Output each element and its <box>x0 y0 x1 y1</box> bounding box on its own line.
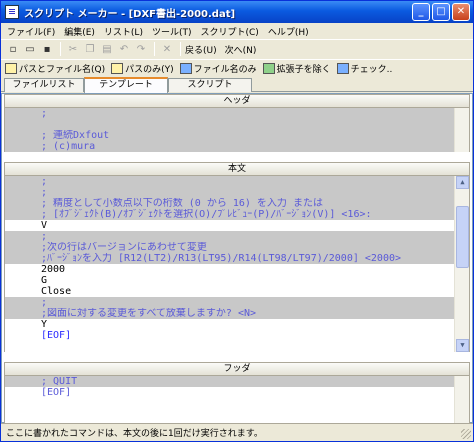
tab-template[interactable]: テンプレート <box>84 77 168 93</box>
footer-scrollbar[interactable] <box>454 376 469 424</box>
check-button[interactable]: チェック.. <box>336 62 393 75</box>
new-file-icon[interactable]: ▫ <box>5 42 21 57</box>
editor-line: [EOF] <box>41 387 72 398</box>
tab-file-list[interactable]: ファイルリスト <box>4 78 84 92</box>
editor-line: Close <box>41 286 72 297</box>
menu-list[interactable]: リスト(L) <box>104 25 143 38</box>
open-folder-icon[interactable]: ▭ <box>22 42 38 57</box>
tab-bar: ファイルリスト テンプレート スクリプト <box>1 77 473 93</box>
remove-extension-button[interactable]: 拡張子を除く <box>262 62 331 75</box>
save-icon[interactable]: ▪ <box>39 42 55 57</box>
status-text: ここに書かれたコマンドは、本文の後に1回だけ実行されます。 <box>6 429 263 439</box>
status-bar: ここに書かれたコマンドは、本文の後に1回だけ実行されます。 <box>1 423 473 441</box>
editor-line: Y <box>41 319 48 330</box>
body-editor[interactable]: ; ; ; 精度として小数点以下の桁数 (0 から 16) を入力 または ; … <box>4 176 470 352</box>
editor-line: ; <box>5 176 469 187</box>
remove-extension-label: 拡張子を除く <box>276 65 331 75</box>
resize-grip-icon[interactable] <box>461 429 471 439</box>
editor-line: ; 精度として小数点以下の桁数 (0 から 16) を入力 または <box>5 198 469 209</box>
path-icon <box>111 63 124 74</box>
maximize-button[interactable]: □ <box>432 3 450 21</box>
menu-edit[interactable]: 編集(E) <box>64 25 95 38</box>
editor-line: ; QUIT <box>5 376 469 387</box>
window-controls: _ □ ✕ <box>412 3 470 21</box>
filename-only-button[interactable]: ファイル名のみ <box>179 62 257 75</box>
insert-toolbar: パスとファイル名(Q) パスのみ(Y) ファイル名のみ 拡張子を除く チェック.… <box>1 59 473 77</box>
filename-icon <box>179 63 192 74</box>
editor-line: ; <box>5 108 469 119</box>
editor-line <box>5 119 469 130</box>
menu-help[interactable]: ヘルプ(H) <box>268 25 309 38</box>
title-bar[interactable]: スクリプト メーカー - [DXF書出-2000.dat] _ □ ✕ <box>1 1 473 23</box>
toolbar-separator <box>60 42 61 56</box>
menu-file[interactable]: ファイル(F) <box>7 25 55 38</box>
body-section-title: 本文 <box>4 162 470 176</box>
main-toolbar: ▫ ▭ ▪ ✂ ❐ ▤ ↶ ↷ ✕ 戻る(U) 次へ(N) <box>1 40 473 58</box>
toolbar-separator <box>154 42 155 56</box>
path-and-filename-label: パスとファイル名(Q) <box>19 65 106 75</box>
editor-line: ;図面に対する変更をすべて放棄しますか? <N> <box>5 308 469 319</box>
path-only-label: パスのみ(Y) <box>125 65 174 75</box>
redo-icon[interactable]: ↷ <box>133 42 149 57</box>
editor-line: ; <box>5 187 469 198</box>
scroll-thumb[interactable] <box>456 206 469 268</box>
editor-line: [EOF] <box>41 330 72 341</box>
delete-icon[interactable]: ✕ <box>159 42 175 57</box>
undo-icon[interactable]: ↶ <box>116 42 132 57</box>
extension-icon <box>262 63 275 74</box>
path-file-icon <box>5 63 17 74</box>
cut-icon[interactable]: ✂ <box>65 42 81 57</box>
editor-line: ;次の行はバージョンにあわせて変更 <box>5 242 469 253</box>
copy-icon[interactable]: ❐ <box>82 42 98 57</box>
check-icon <box>336 63 349 74</box>
menu-script[interactable]: スクリプト(C) <box>201 25 259 38</box>
header-section-title: ヘッダ <box>4 94 470 108</box>
window-title: スクリプト メーカー - [DXF書出-2000.dat] <box>24 8 236 20</box>
body-scrollbar[interactable]: ▲ ▼ <box>454 176 469 352</box>
section-spacer <box>2 352 472 362</box>
editor-line: 2000 <box>41 264 66 275</box>
editor-line: ; <box>5 297 469 308</box>
next-button[interactable]: 次へ(N) <box>225 43 257 56</box>
scroll-down-icon[interactable]: ▼ <box>456 339 469 352</box>
editor-line: ; [ｵﾌﾞｼﾞｪｸﾄ(B)/ｵﾌﾞｼﾞｪｸﾄを選択(O)/ﾌﾟﾚﾋﾞｭｰ(P)… <box>5 209 469 220</box>
app-window: スクリプト メーカー - [DXF書出-2000.dat] _ □ ✕ ファイル… <box>0 0 474 442</box>
filename-only-label: ファイル名のみ <box>193 65 257 75</box>
toolbar-separator <box>180 42 181 56</box>
menu-tools[interactable]: ツール(T) <box>152 25 192 38</box>
app-icon[interactable] <box>5 5 19 19</box>
section-spacer <box>2 152 472 162</box>
template-editor: ヘッダ ; ; 連続Dxfout ; (c)mura 本文 ; ; ; 精度とし… <box>1 93 473 424</box>
path-and-filename-button[interactable]: パスとファイル名(Q) <box>5 62 105 75</box>
editor-line: ; 連続Dxfout <box>5 130 469 141</box>
scroll-up-icon[interactable]: ▲ <box>456 176 469 189</box>
editor-line: ; (c)mura <box>5 141 469 152</box>
back-button[interactable]: 戻る(U) <box>185 43 217 56</box>
paste-icon[interactable]: ▤ <box>99 42 115 57</box>
menu-bar: ファイル(F) 編集(E) リスト(L) ツール(T) スクリプト(C) ヘルプ… <box>1 23 473 40</box>
footer-section-title: フッダ <box>4 362 470 376</box>
footer-editor[interactable]: ; QUIT [EOF] <box>4 376 470 424</box>
editor-line: ; <box>5 231 469 242</box>
minimize-button[interactable]: _ <box>412 3 430 21</box>
header-editor[interactable]: ; ; 連続Dxfout ; (c)mura <box>4 108 470 152</box>
check-label: チェック.. <box>350 65 393 75</box>
header-scrollbar[interactable] <box>454 108 469 152</box>
editor-line: V <box>41 220 48 231</box>
tab-script[interactable]: スクリプト <box>168 78 252 92</box>
path-only-button[interactable]: パスのみ(Y) <box>111 62 174 75</box>
editor-line: ;ﾊﾞｰｼﾞｮﾝを入力 [R12(LT2)/R13(LT95)/R14(LT98… <box>5 253 469 264</box>
close-button[interactable]: ✕ <box>452 3 470 21</box>
editor-line: G <box>41 275 48 286</box>
